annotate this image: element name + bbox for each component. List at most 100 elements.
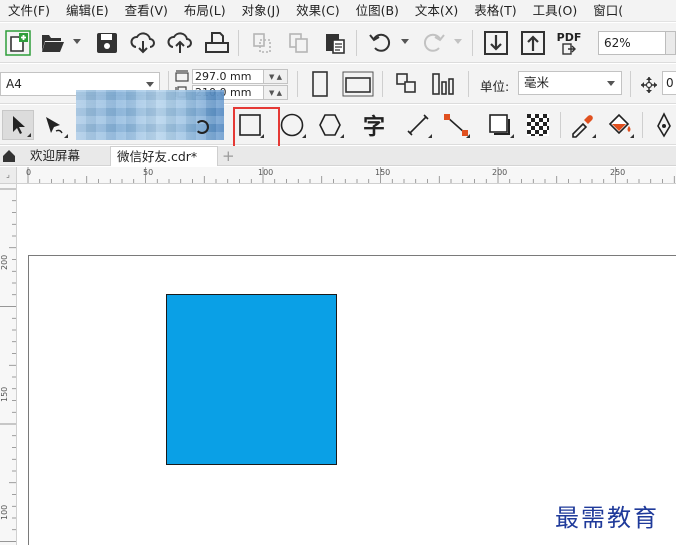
page-height-spinner[interactable]: ▼ ▲: [264, 85, 288, 100]
import-icon: [484, 31, 508, 55]
pdf-export-icon: [562, 42, 576, 55]
upload-cloud-button[interactable]: [165, 28, 195, 58]
toolbar-separator: [472, 30, 473, 56]
chevron-down-icon: [607, 81, 615, 86]
flyout-indicator: [302, 134, 306, 138]
undo-dropdown-icon[interactable]: [401, 39, 409, 44]
vertical-ruler[interactable]: 200 150 100: [0, 184, 17, 545]
menu-bitmaps[interactable]: 位图(B): [348, 0, 407, 22]
add-tab-button[interactable]: +: [222, 147, 235, 165]
page-width-field[interactable]: 297.0 mm: [192, 69, 264, 84]
page-width-icon: [175, 70, 189, 82]
zoom-level-field[interactable]: 62%: [598, 31, 666, 55]
nudge-distance-field[interactable]: 0: [662, 71, 676, 95]
current-page-button[interactable]: [428, 69, 458, 99]
save-icon: [97, 33, 117, 53]
toolbar-separator: [468, 71, 469, 97]
vertical-ruler-ticks: [0, 188, 16, 542]
tab-welcome-screen[interactable]: 欢迎屏幕: [24, 146, 108, 166]
pick-tool-button[interactable]: [2, 110, 34, 140]
tab-document[interactable]: 微信好友.cdr*: [110, 146, 218, 166]
units-select[interactable]: 毫米: [518, 71, 622, 95]
crop-tool-icon[interactable]: [195, 120, 209, 134]
redo-button[interactable]: [418, 28, 448, 58]
portrait-button[interactable]: [305, 69, 335, 99]
folder-open-icon: [42, 35, 64, 52]
new-document-icon: [5, 30, 31, 56]
ruler-tick-label: 0: [26, 168, 32, 177]
copy-button[interactable]: [284, 28, 314, 58]
polygon-tool-button[interactable]: [314, 110, 346, 140]
ruler-tick-label: 100: [0, 504, 9, 520]
toolbar-separator: [642, 112, 643, 138]
ruler-tick-label: 100: [258, 168, 274, 177]
print-icon: [205, 32, 229, 53]
flyout-indicator: [27, 133, 31, 137]
ellipse-tool-button[interactable]: [276, 110, 308, 140]
units-value: 毫米: [524, 75, 550, 90]
home-icon[interactable]: [2, 149, 16, 163]
nudge-icon: [641, 77, 657, 93]
toolbar-separator: [238, 30, 239, 56]
outline-pen-tool-button[interactable]: [648, 110, 676, 140]
paste-button[interactable]: [320, 28, 350, 58]
interactive-fill-tool-button[interactable]: [604, 110, 636, 140]
horizontal-ruler[interactable]: 0 50 100 150 200 250: [0, 167, 676, 184]
standard-toolbar: PDF: [0, 23, 676, 63]
menu-file[interactable]: 文件(F): [0, 0, 58, 22]
open-button[interactable]: [38, 28, 68, 58]
undo-button[interactable]: [366, 28, 396, 58]
watermark-text: 最需教育: [555, 504, 659, 532]
ruler-tick-label: 200: [492, 168, 508, 177]
menu-table[interactable]: 表格(T): [466, 0, 524, 22]
pointer-arrow-icon: [13, 116, 25, 134]
connector-tool-button[interactable]: [440, 110, 472, 140]
pen-nib-icon: [657, 112, 671, 138]
save-button[interactable]: [92, 28, 122, 58]
menu-view[interactable]: 查看(V): [117, 0, 176, 22]
eyedropper-tool-button[interactable]: [566, 110, 598, 140]
publish-pdf-button[interactable]: PDF: [554, 28, 584, 58]
menu-bar: 文件(F) 编辑(E) 查看(V) 布局(L) 对象(J) 效果(C) 位图(B…: [0, 0, 676, 22]
menu-object[interactable]: 对象(J): [234, 0, 288, 22]
transparency-tool-button[interactable]: [522, 110, 554, 140]
toolbar-separator: [560, 112, 561, 138]
blue-rectangle-shape[interactable]: [166, 294, 337, 465]
all-pages-button[interactable]: [392, 69, 422, 99]
dimension-tool-button[interactable]: [402, 110, 434, 140]
menu-window[interactable]: 窗口(: [585, 0, 631, 22]
export-button[interactable]: [518, 28, 548, 58]
cut-button[interactable]: [248, 28, 278, 58]
text-tool-glyph: 字: [362, 115, 385, 140]
toolbar-separator: [356, 30, 357, 56]
menu-tools[interactable]: 工具(O): [525, 0, 586, 22]
import-button[interactable]: [481, 28, 511, 58]
cloud-upload-icon: [167, 32, 192, 53]
redo-dropdown-icon[interactable]: [454, 39, 462, 44]
menu-effects[interactable]: 效果(C): [288, 0, 347, 22]
flyout-indicator: [592, 134, 596, 138]
page-width-spinner[interactable]: ▼ ▲: [264, 69, 288, 84]
open-dropdown-icon[interactable]: [73, 39, 81, 44]
ruler-tick-label: 50: [143, 168, 154, 177]
zoom-dropdown-button[interactable]: [666, 31, 676, 55]
menu-edit[interactable]: 编辑(E): [58, 0, 117, 22]
text-tool-button[interactable]: 字: [358, 110, 390, 140]
landscape-button[interactable]: [341, 69, 375, 99]
toolbar-separator: [297, 71, 298, 97]
undo-icon: [369, 33, 391, 52]
chevron-down-icon: [146, 82, 154, 87]
menu-text[interactable]: 文本(X): [407, 0, 466, 22]
shape-tool-button[interactable]: [38, 110, 70, 140]
ruler-origin-corner[interactable]: ⌟: [0, 167, 17, 184]
drop-shadow-tool-button[interactable]: [484, 110, 516, 140]
transparency-checker-icon: [527, 114, 549, 136]
menu-layout[interactable]: 布局(L): [176, 0, 234, 22]
toolbar-separator: [630, 71, 631, 97]
print-button[interactable]: [202, 28, 232, 58]
new-document-button[interactable]: [3, 28, 33, 58]
horizontal-ruler-ticks: [27, 167, 675, 183]
flyout-indicator: [428, 134, 432, 138]
download-cloud-button[interactable]: [128, 28, 158, 58]
ruler-tick-label: 250: [610, 168, 626, 177]
